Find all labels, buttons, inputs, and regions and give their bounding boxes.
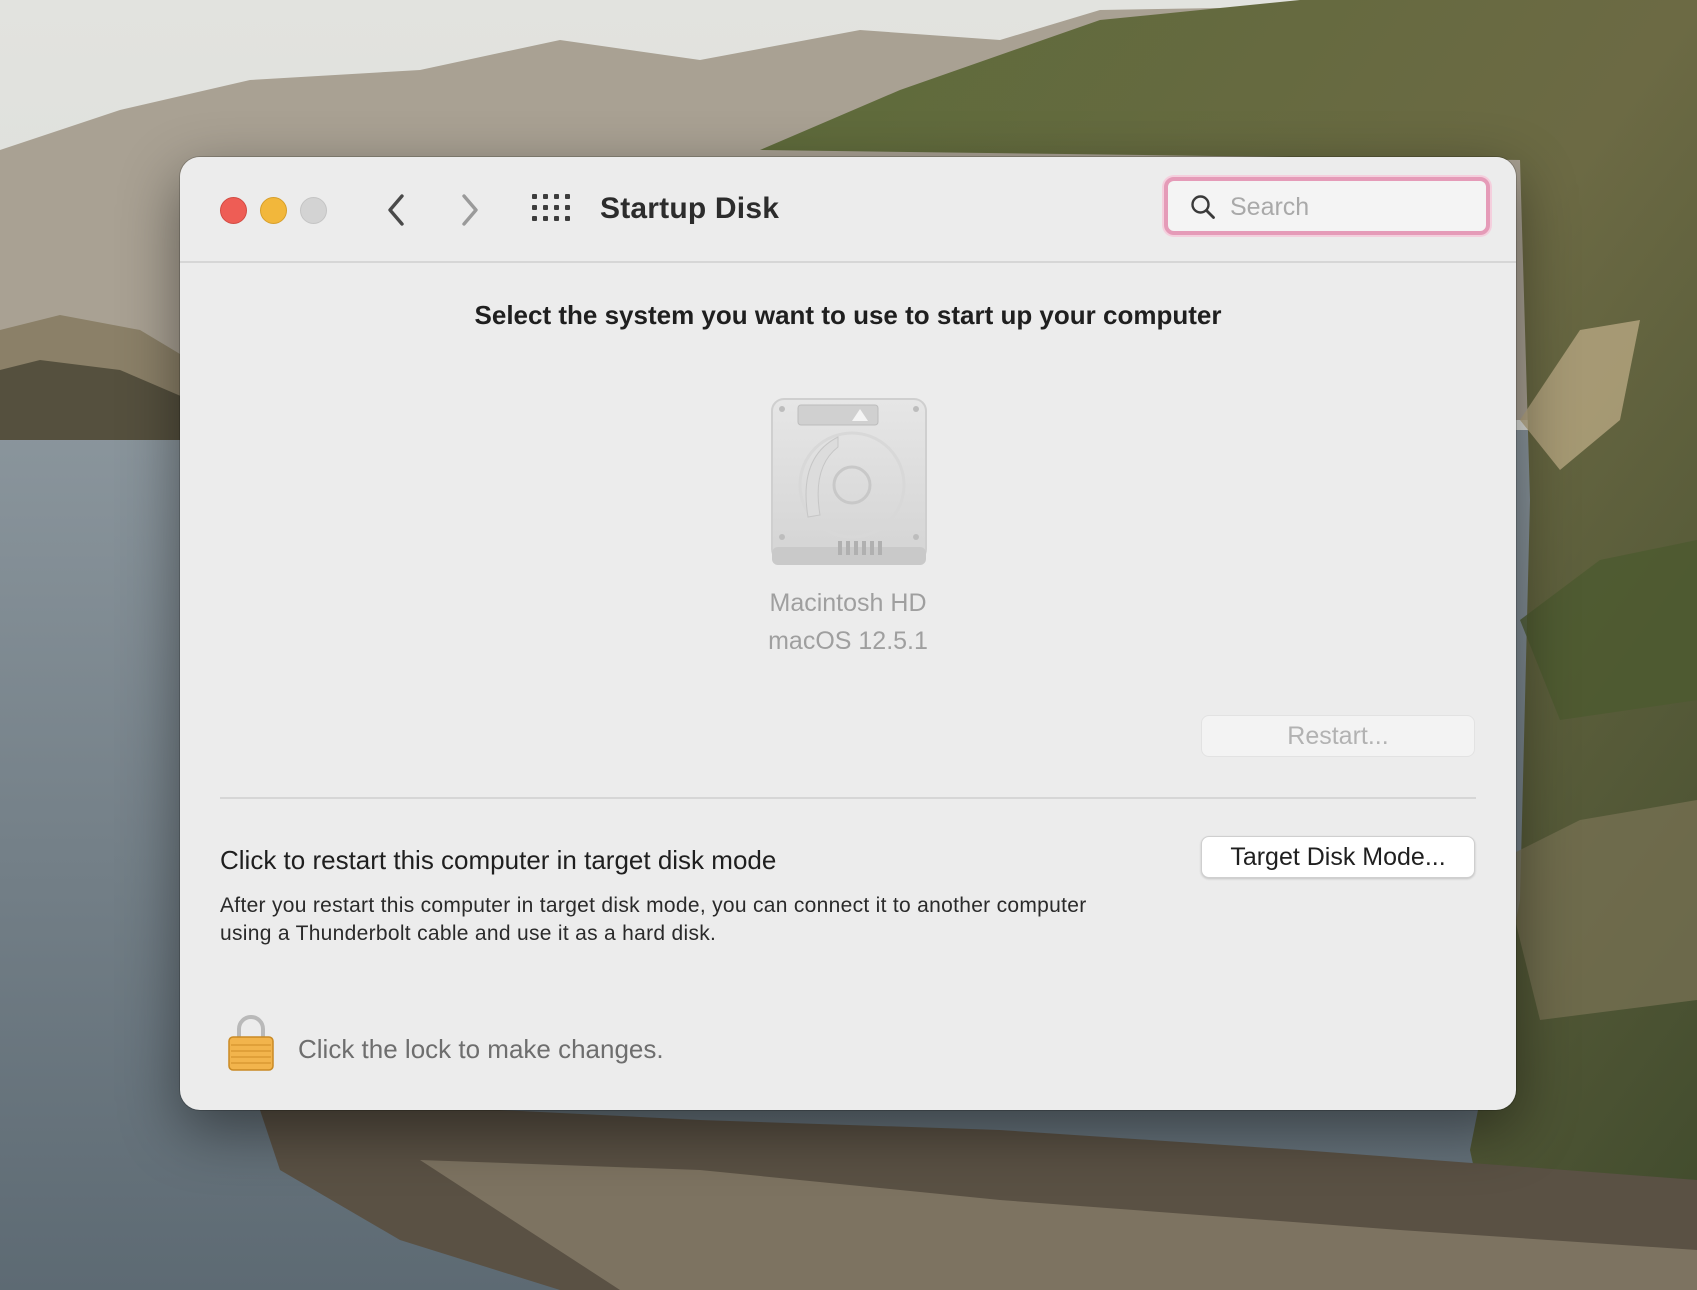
search-field[interactable] xyxy=(1164,177,1490,235)
window-toolbar: Startup Disk xyxy=(180,157,1516,263)
restart-button: Restart... xyxy=(1201,715,1475,757)
startup-heading: Select the system you want to use to sta… xyxy=(474,300,1222,330)
window-title: Startup Disk xyxy=(600,192,780,225)
description-line: using a Thunderbolt cable and use it as … xyxy=(220,922,717,945)
target-disk-mode-description: After you restart this computer in targe… xyxy=(220,892,1200,948)
disk-os-version: macOS 12.5.1 xyxy=(768,627,928,655)
disk-name: Macintosh HD xyxy=(769,589,927,617)
search-icon xyxy=(1191,195,1215,219)
show-all-button[interactable] xyxy=(532,194,570,226)
back-button[interactable] xyxy=(378,191,414,229)
lock-message: Click the lock to make changes. xyxy=(298,1034,664,1064)
description-line: After you restart this computer in targe… xyxy=(220,894,1087,917)
close-button[interactable] xyxy=(220,197,247,224)
back-chevron-icon xyxy=(388,194,404,226)
target-disk-mode-title: Click to restart this computer in target… xyxy=(220,845,777,875)
forward-chevron-icon xyxy=(462,194,478,226)
search-input[interactable] xyxy=(1228,189,1472,225)
disk-item-macintosh-hd[interactable]: Macintosh HD macOS 12.5.1 xyxy=(754,397,942,673)
padlock-icon xyxy=(228,1015,274,1071)
zoom-button xyxy=(300,197,327,224)
lock-button[interactable] xyxy=(226,1014,276,1072)
startup-disk-window: Startup Disk Select the system you want … xyxy=(180,157,1516,1110)
forward-button[interactable] xyxy=(452,191,488,229)
section-divider xyxy=(220,797,1476,799)
target-disk-mode-button[interactable]: Target Disk Mode... xyxy=(1201,836,1475,878)
hard-disk-icon xyxy=(771,398,927,565)
minimize-button[interactable] xyxy=(260,197,287,224)
